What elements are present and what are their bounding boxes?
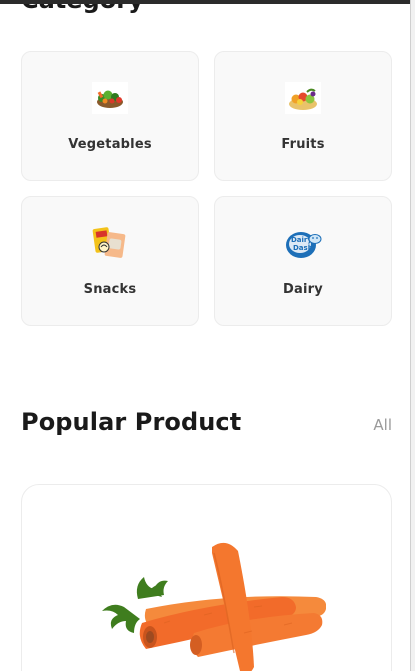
category-label: Snacks (83, 282, 137, 297)
vegetables-icon (92, 82, 128, 114)
see-all-link[interactable]: All (373, 416, 392, 434)
category-card-snacks[interactable]: Snacks (21, 196, 199, 326)
category-label: Fruits (281, 137, 325, 152)
category-grid: Vegetables Fruits Snacks Dairy Dash Dair… (21, 51, 392, 326)
popular-product-header: Popular Product All (21, 408, 392, 442)
dairy-icon: Dairy Dash (286, 232, 322, 258)
category-label: Vegetables (68, 137, 152, 152)
carrots-image (102, 542, 326, 671)
svg-text:Dash: Dash (293, 244, 313, 252)
fruits-icon (285, 82, 321, 114)
product-card[interactable] (21, 484, 392, 671)
category-card-vegetables[interactable]: Vegetables (21, 51, 199, 181)
snacks-icon (92, 227, 126, 258)
category-section-title: Category (21, 4, 144, 14)
category-card-fruits[interactable]: Fruits (214, 51, 392, 181)
category-label: Dairy (283, 282, 323, 297)
app-screen: Category Vegetables (0, 4, 410, 671)
scrollbar-track[interactable] (410, 0, 415, 671)
popular-product-title: Popular Product (21, 408, 242, 436)
category-card-dairy[interactable]: Dairy Dash Dairy (214, 196, 392, 326)
